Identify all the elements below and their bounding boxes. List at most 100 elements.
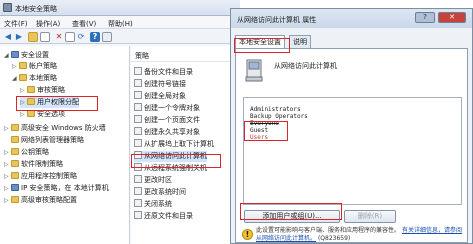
menu-action[interactable]: 操作(A)	[36, 19, 60, 29]
tree-item[interactable]: ◢ 安全设置	[4, 50, 49, 61]
tree-item[interactable]: ◢ 本地策略	[12, 73, 57, 84]
policy-icon	[134, 103, 142, 111]
policy-label: 更改系统时间	[144, 188, 186, 196]
toolbar: ◀ ▶ ✕ ⟳ ?	[0, 30, 240, 44]
refresh-icon[interactable]: ⟳	[76, 32, 86, 42]
policy-label: 备份文件和目录	[144, 68, 193, 76]
close-icon[interactable]: ✕	[438, 12, 466, 23]
collapsed-arrow-icon[interactable]: ▷	[12, 61, 19, 72]
highlight-guest-entry	[244, 121, 288, 141]
policy-icon	[134, 127, 142, 135]
policy-list-item[interactable]: 创建符号链接	[134, 79, 186, 90]
properties-icon[interactable]	[65, 32, 75, 42]
folder-icon	[19, 62, 27, 69]
shield-icon	[11, 51, 19, 58]
shield-icon	[11, 184, 19, 191]
tree-item[interactable]: ▷ 高级审核策略配置	[4, 195, 77, 206]
policy-list-item[interactable]: 创建永久共享对象	[134, 127, 200, 138]
delete-x-icon[interactable]: ✕	[54, 32, 64, 42]
policy-icon	[134, 79, 142, 87]
policy-list-item[interactable]: 关闭系统	[134, 199, 172, 210]
compatibility-warning: 此设置可能影响与客户端、服务和应用程序的兼容性。 有关详细信息，请参阅从网络访问…	[256, 227, 466, 243]
collapsed-arrow-icon[interactable]: ▷	[4, 147, 11, 158]
policy-column-header[interactable]: 策略	[131, 50, 240, 62]
dialog-title-bar[interactable]: 从网络访问此计算机 属性 ? ✕	[231, 9, 472, 28]
kb-reference: (Q823659)	[317, 235, 351, 242]
computer-policy-icon	[245, 59, 263, 82]
policy-icon	[134, 115, 142, 123]
tree-item-label: 应用程序控制策略	[21, 172, 77, 180]
mmc-app-icon	[3, 3, 12, 12]
folder-icon	[11, 124, 19, 131]
collapsed-arrow-icon[interactable]: ▷	[4, 159, 11, 170]
tab-explain[interactable]: 说明	[289, 35, 311, 48]
policy-label: 关闭系统	[144, 200, 172, 208]
main-title-bar[interactable]: 本地安全策略	[0, 0, 240, 16]
tree-item[interactable]: ▷ 软件限制策略	[4, 159, 63, 170]
tree-item[interactable]: 网络列表管理器策略	[4, 135, 84, 146]
menu-view[interactable]: 查看(V)	[72, 19, 96, 29]
tree-item[interactable]: ▷ 帐户策略	[12, 61, 57, 72]
member-item[interactable]: Administrators	[250, 106, 301, 113]
policy-icon	[134, 67, 142, 75]
policy-icon	[134, 211, 142, 219]
collapsed-arrow-icon[interactable]: ▷	[4, 195, 11, 206]
tree-item[interactable]: ▷ 公钥策略	[4, 147, 49, 158]
collapsed-arrow-icon[interactable]: ▷	[4, 123, 11, 134]
help-button[interactable]: ?	[415, 12, 435, 23]
policy-label: 还原文件和目录	[144, 212, 193, 220]
policy-list-item[interactable]: 从扩展坞上取下计算机	[134, 139, 214, 150]
expanded-arrow-icon[interactable]: ◢	[4, 50, 11, 61]
tree-item[interactable]: ▷ 应用程序控制策略	[4, 171, 77, 182]
folder-icon	[11, 172, 19, 179]
policy-list-item[interactable]: 更改时区	[134, 175, 172, 186]
policy-icon	[134, 91, 142, 99]
policy-list-item[interactable]: 备份文件和目录	[134, 67, 193, 78]
folder-icon	[27, 110, 35, 117]
folder-icon	[11, 136, 19, 143]
menu-bar: 文件(F) 操作(A) 查看(V) 帮助(H)	[0, 17, 240, 29]
tree-item-label: 安全设置	[21, 51, 49, 59]
policy-list-item[interactable]: 还原文件和目录	[134, 211, 193, 222]
member-item[interactable]: Backup Operators	[250, 113, 308, 120]
policy-label: 创建一个页面文件	[144, 116, 200, 124]
policy-column-label: 策略	[135, 52, 149, 60]
menu-help[interactable]: 帮助(H)	[108, 19, 133, 29]
folder-icon	[11, 196, 19, 203]
policy-list-item[interactable]: 创建一个令牌对象	[134, 103, 200, 114]
tree-item-label: 公钥策略	[21, 148, 49, 156]
collapsed-arrow-icon[interactable]: ▷	[20, 85, 27, 96]
forward-arrow-icon[interactable]: ▶	[14, 32, 24, 42]
policy-list-item[interactable]: 更改系统时间	[134, 187, 186, 198]
tree-item[interactable]: ▷ 高级安全 Windows 防火墙	[4, 123, 106, 134]
tree-item-label: 本地策略	[29, 74, 57, 82]
policy-list-pane: 策略 备份文件和目录 创建符号链接创建全局对象创建一个令牌对象 创建一个页面文件创建…	[131, 46, 240, 244]
tree-item-label: 帐户策略	[29, 62, 57, 70]
menu-file[interactable]: 文件(F)	[4, 19, 28, 29]
remove-button[interactable]: 删除(R)	[344, 210, 396, 223]
main-window-title: 本地安全策略	[15, 5, 57, 13]
tree-item[interactable]: ▷ 审核策略	[20, 85, 65, 96]
tree-item-label: IP 安全策略，在 本地计算机	[21, 184, 109, 192]
policy-label: 从扩展坞上取下计算机	[144, 140, 214, 148]
export-list-icon[interactable]	[102, 32, 112, 42]
back-arrow-icon[interactable]: ◀	[3, 32, 13, 42]
policy-label: 创建符号链接	[144, 80, 186, 88]
policy-label: 创建一个令牌对象	[144, 104, 200, 112]
show-hide-tree-icon[interactable]	[40, 32, 50, 42]
expanded-arrow-icon[interactable]: ◢	[12, 73, 19, 84]
navigation-tree-pane: ◢ 安全设置 ▷ 帐户策略 ◢ 本地策略 ▷ 审核策略 ▷ 用户权限分配 ▷ 安全选项 ▷ 高级安全 Wi…	[0, 46, 130, 244]
policy-list-item[interactable]: 创建全局对象	[134, 91, 186, 102]
collapsed-arrow-icon[interactable]: ▷	[4, 171, 11, 182]
policy-list-item[interactable]: 创建一个页面文件	[134, 115, 200, 126]
tree-item[interactable]: ▷ IP 安全策略，在 本地计算机	[4, 183, 109, 194]
highlight-local-setting-tab	[234, 38, 290, 53]
warning-text: 此设置可能影响与客户端、服务和应用程序的兼容性。	[256, 227, 401, 234]
help-icon[interactable]: ?	[90, 32, 100, 42]
policy-label: 更改时区	[144, 176, 172, 184]
highlight-access-from-network	[131, 154, 221, 168]
members-listbox[interactable]: Administrators Backup Operators Everyone…	[243, 97, 462, 205]
collapsed-arrow-icon[interactable]: ▷	[4, 183, 11, 194]
folder-up-icon[interactable]	[28, 32, 38, 42]
policy-icon	[134, 199, 142, 207]
